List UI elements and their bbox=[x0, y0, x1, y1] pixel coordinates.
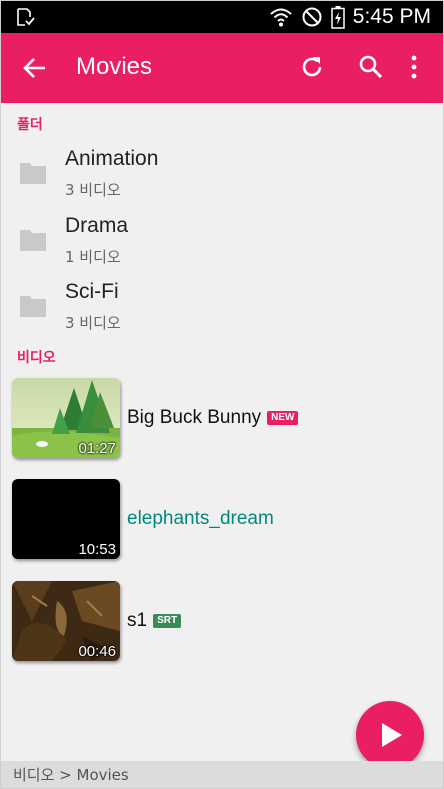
video-item-big-buck-bunny[interactable]: 01:27 Big Buck Bunny NEW bbox=[1, 378, 443, 464]
play-all-button[interactable] bbox=[356, 701, 424, 769]
video-thumbnail: 01:27 bbox=[12, 378, 120, 458]
folder-icon bbox=[20, 296, 46, 317]
video-thumbnail: 10:53 bbox=[12, 479, 120, 559]
breadcrumb: 비디오 > Movies bbox=[1, 761, 443, 788]
video-title: Big Buck Bunny bbox=[127, 407, 262, 428]
video-title: elephants_dream bbox=[127, 508, 274, 529]
video-title-line: s1 SRT bbox=[127, 610, 182, 632]
folder-name: Sci-Fi bbox=[65, 280, 119, 303]
app-screen: 5:45 PM Movies 폴더 Animation 3 비디오 Drama … bbox=[0, 0, 444, 789]
do-not-disturb-icon bbox=[302, 7, 322, 27]
page-title: Movies bbox=[76, 53, 153, 80]
subtitle-badge: SRT bbox=[153, 614, 182, 628]
wifi-icon bbox=[270, 8, 292, 27]
video-title-line: elephants_dream bbox=[127, 508, 274, 530]
video-item-elephants-dream[interactable]: 10:53 elephants_dream bbox=[1, 479, 443, 565]
video-title-line: Big Buck Bunny NEW bbox=[127, 407, 299, 429]
folder-name: Animation bbox=[65, 147, 159, 170]
video-duration: 01:27 bbox=[78, 440, 116, 457]
folder-icon bbox=[20, 230, 46, 251]
search-icon[interactable] bbox=[357, 53, 385, 81]
clock: 5:45 PM bbox=[352, 5, 431, 28]
folder-count: 3 비디오 bbox=[65, 314, 121, 332]
folder-icon bbox=[20, 163, 46, 184]
sim-card-icon bbox=[17, 8, 35, 26]
video-duration: 00:46 bbox=[78, 643, 116, 660]
folder-item-animation[interactable]: Animation 3 비디오 bbox=[1, 141, 443, 207]
back-arrow-icon[interactable] bbox=[21, 54, 49, 82]
folder-item-drama[interactable]: Drama 1 비디오 bbox=[1, 208, 443, 274]
video-title: s1 bbox=[127, 610, 148, 631]
more-options-icon[interactable] bbox=[400, 53, 428, 81]
new-badge: NEW bbox=[267, 411, 299, 425]
status-bar: 5:45 PM bbox=[1, 1, 443, 33]
video-item-s1[interactable]: 00:46 s1 SRT bbox=[1, 581, 443, 667]
folders-header: 폴더 bbox=[17, 117, 43, 133]
folder-item-sci-fi[interactable]: Sci-Fi 3 비디오 bbox=[1, 274, 443, 340]
toolbar: Movies bbox=[1, 33, 443, 103]
battery-charging-icon bbox=[331, 6, 345, 29]
folder-count: 3 비디오 bbox=[65, 181, 121, 199]
folder-name: Drama bbox=[65, 214, 129, 237]
play-icon bbox=[382, 723, 402, 747]
video-thumbnail: 00:46 bbox=[12, 581, 120, 661]
folder-count: 1 비디오 bbox=[65, 248, 121, 266]
video-duration: 10:53 bbox=[78, 541, 116, 558]
status-icons: 5:45 PM bbox=[269, 1, 431, 33]
refresh-icon[interactable] bbox=[298, 53, 326, 81]
videos-header: 비디오 bbox=[17, 350, 56, 366]
